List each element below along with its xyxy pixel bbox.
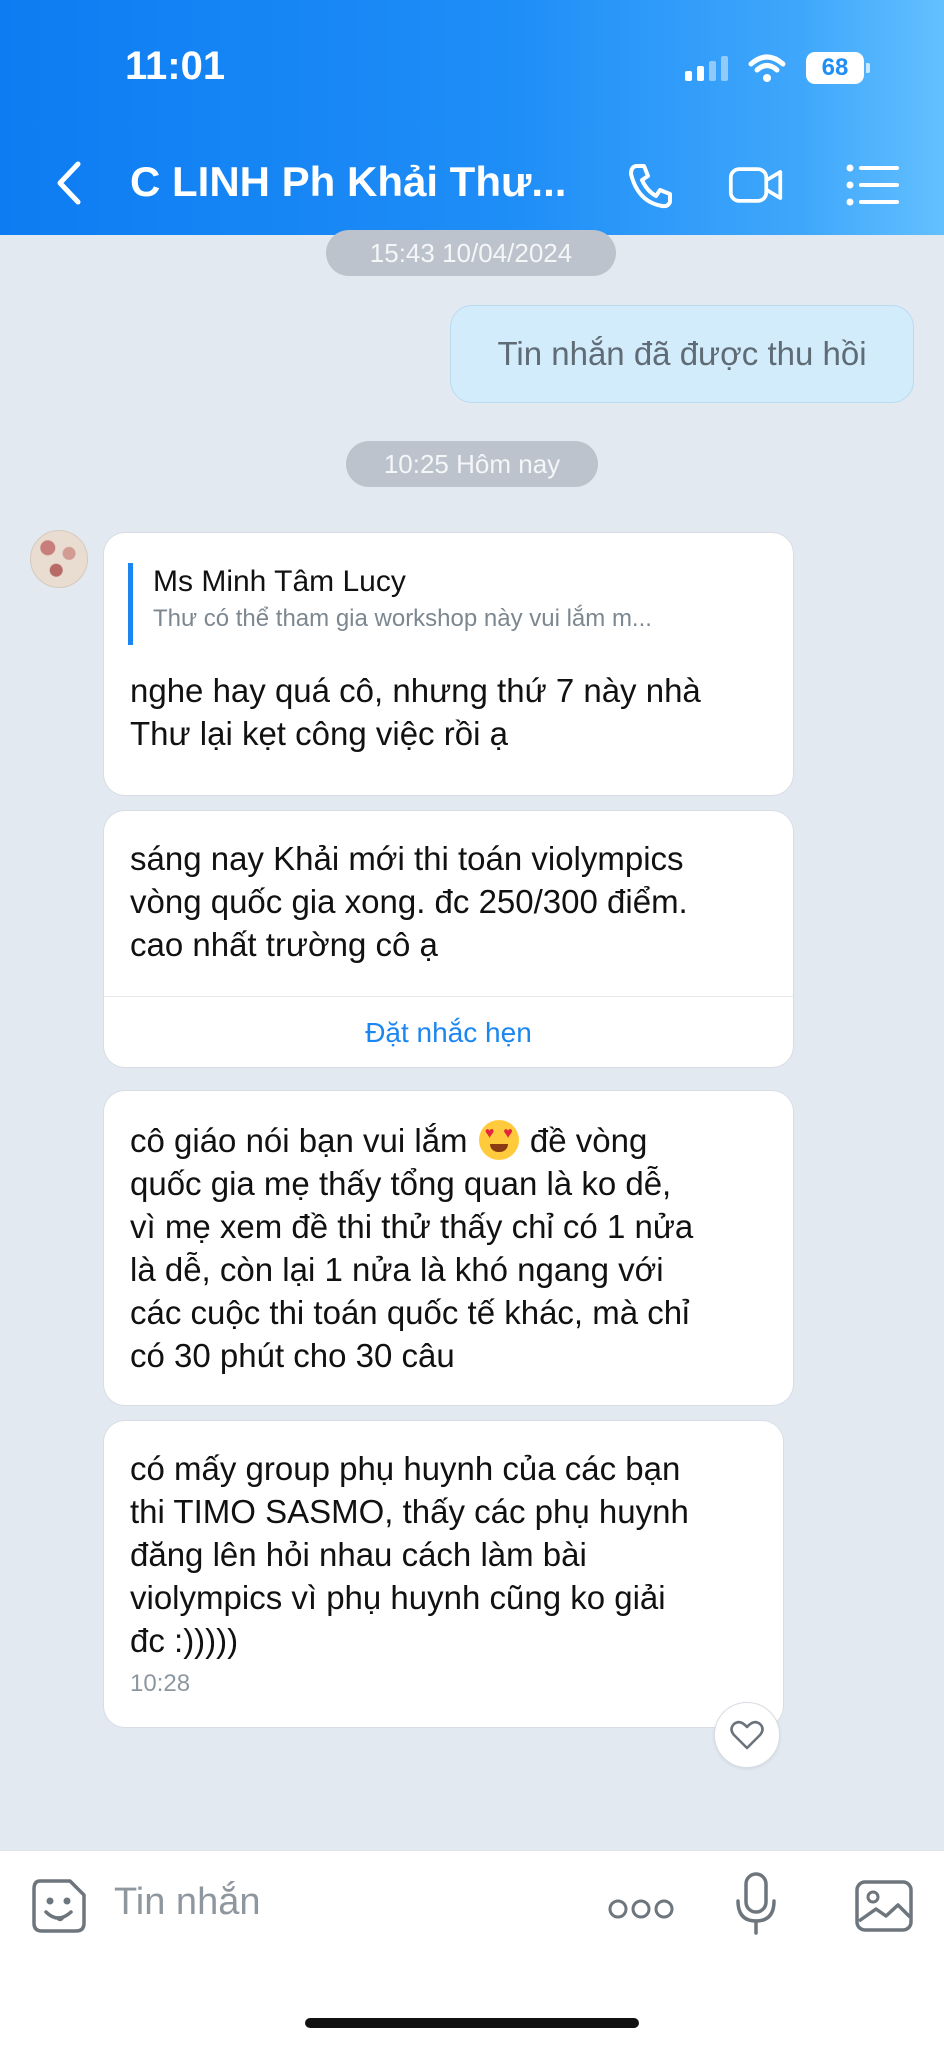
- wifi-icon: [748, 54, 786, 82]
- message-text: cô giáo nói bạn vui lắm đề vòng quốc gia…: [130, 1119, 771, 1377]
- avatar[interactable]: [30, 530, 88, 588]
- message-text: nghe hay quá cô, nhưng thứ 7 này nhà Thư…: [130, 672, 701, 752]
- message-text: sáng nay Khải mới thi toán violympics vò…: [130, 840, 688, 963]
- back-icon[interactable]: [50, 158, 90, 208]
- reply-message-bubble[interactable]: Ms Minh Tâm Lucy Thư có thể tham gia wor…: [103, 532, 794, 796]
- react-heart-button[interactable]: [714, 1702, 780, 1768]
- signal-icon: [685, 55, 728, 81]
- message-text: có mấy group phụ huynh của các bạn thi T…: [130, 1450, 689, 1659]
- quote-author: Ms Minh Tâm Lucy: [153, 565, 406, 598]
- quoted-message[interactable]: Ms Minh Tâm Lucy Thư có thể tham gia wor…: [128, 563, 652, 645]
- sticker-icon[interactable]: [30, 1877, 88, 1935]
- message-bubble[interactable]: cô giáo nói bạn vui lắm đề vòng quốc gia…: [103, 1090, 794, 1406]
- timestamp-pill: 15:43 10/04/2024: [326, 230, 616, 276]
- status-time: 11:01: [125, 44, 226, 88]
- heart-eyes-emoji: [478, 1120, 519, 1160]
- phone-icon[interactable]: [622, 160, 678, 210]
- quote-text: Thư có thể tham gia workshop này vui lắm…: [153, 605, 652, 632]
- recalled-message-bubble[interactable]: Tin nhắn đã được thu hồi: [450, 305, 914, 403]
- heart-icon: [730, 1720, 764, 1750]
- status-icons: 68: [685, 52, 870, 84]
- chat-header: 11:01 68 C LINH Ph Khải Thư...: [0, 0, 944, 235]
- battery-indicator: 68: [806, 52, 870, 84]
- menu-icon[interactable]: [845, 160, 901, 210]
- timestamp-pill: 10:25 Hôm nay: [346, 441, 598, 487]
- message-time: 10:28: [130, 1670, 191, 1697]
- message-bubble[interactable]: sáng nay Khải mới thi toán violympics vò…: [103, 810, 794, 1068]
- message-bubble[interactable]: có mấy group phụ huynh của các bạn thi T…: [103, 1420, 784, 1728]
- mic-icon[interactable]: [734, 1871, 778, 1937]
- chat-title[interactable]: C LINH Ph Khải Thư...: [130, 158, 566, 206]
- message-text-part: đề vòng quốc gia mẹ thấy tổng quan là ko…: [130, 1122, 694, 1374]
- video-icon[interactable]: [728, 160, 784, 210]
- set-reminder-button[interactable]: Đặt nhắc hẹn: [104, 996, 793, 1067]
- more-icon[interactable]: [608, 1897, 674, 1921]
- home-indicator: [305, 2018, 639, 2028]
- message-text-part: cô giáo nói bạn vui lắm: [130, 1122, 468, 1159]
- image-icon[interactable]: [854, 1879, 914, 1933]
- message-input[interactable]: Tin nhắn: [114, 1881, 260, 1924]
